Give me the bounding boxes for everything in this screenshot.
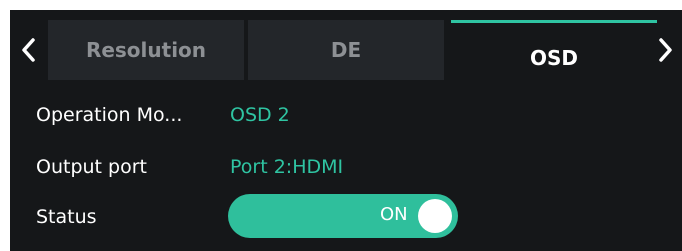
tab-de-label: DE [330,38,362,62]
tab-osd[interactable]: OSD [451,20,657,80]
output-port-row: Output port Port 2:HDMI [10,150,682,186]
chevron-left-icon [22,38,35,62]
status-label: Status [36,206,97,228]
next-tab-button[interactable] [652,30,680,70]
operation-mode-value[interactable]: OSD 2 [230,104,290,126]
output-port-label: Output port [36,156,147,178]
osd-settings-panel: Resolution DE OSD Operation Mo... OSD 2 … [10,10,682,251]
tab-resolution-label: Resolution [85,38,207,62]
operation-mode-label: Operation Mo... [36,104,183,126]
output-port-value[interactable]: Port 2:HDMI [230,156,343,178]
tab-osd-label: OSD [529,45,578,70]
toggle-knob [418,199,452,233]
operation-mode-row: Operation Mo... OSD 2 [10,98,682,134]
tab-resolution[interactable]: Resolution [48,20,244,80]
status-toggle-text: ON [380,204,408,225]
tab-bar: Resolution DE OSD [10,10,682,86]
status-toggle[interactable]: ON [228,194,458,238]
chevron-right-icon [659,38,672,62]
previous-tab-button[interactable] [14,30,42,70]
tab-de[interactable]: DE [248,20,444,80]
